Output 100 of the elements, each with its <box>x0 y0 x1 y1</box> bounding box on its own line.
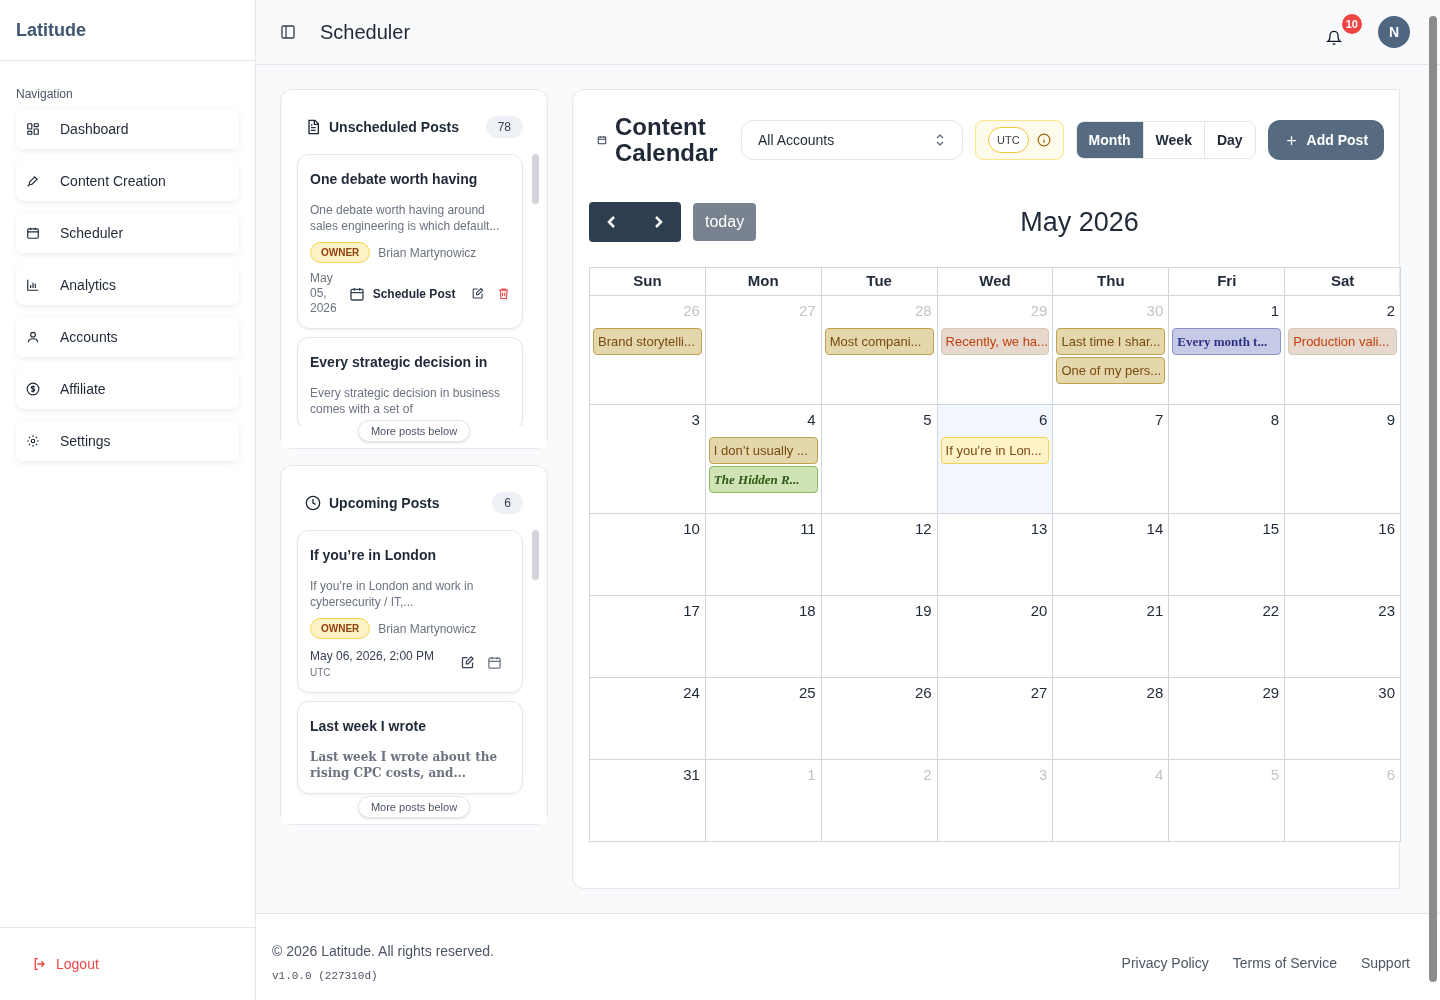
calendar-event[interactable]: Brand storytelli... <box>593 328 702 355</box>
day-number: 9 <box>1386 409 1396 430</box>
more-posts-pill[interactable]: More posts below <box>357 795 471 818</box>
day-cell[interactable]: 29 <box>1169 677 1286 760</box>
day-cell[interactable]: 20 <box>937 595 1054 678</box>
day-cell[interactable]: 5 <box>821 404 938 514</box>
calendar-event[interactable]: If you’re in Lon... <box>940 437 1050 464</box>
post-date: May 05, 2026 <box>310 271 337 316</box>
day-cell[interactable]: 24 <box>590 677 706 760</box>
day-cell[interactable]: 28 Most compani... <box>821 295 938 405</box>
timezone-badge: UTC <box>988 126 1029 154</box>
page-scrollbar[interactable] <box>1429 16 1437 982</box>
day-cell[interactable]: 18 <box>705 595 822 678</box>
day-number: 12 <box>914 518 933 539</box>
author-name: Brian Martynowicz <box>378 620 477 638</box>
day-number: 15 <box>1262 518 1281 539</box>
day-cell[interactable]: 9 <box>1285 404 1401 514</box>
day-cell[interactable]: 7 <box>1053 404 1170 514</box>
user-avatar[interactable]: N <box>1378 16 1410 48</box>
logout-button[interactable]: Logout <box>32 953 99 975</box>
page-title: Scheduler <box>320 20 411 45</box>
post-card[interactable]: One debate worth having One debate worth having around sales engineering is which default... OWNER Brian Martynowicz May 05, 2026 Schedule Post <box>297 154 523 329</box>
day-cell[interactable]: 8 <box>1169 404 1286 514</box>
day-cell[interactable]: 27 <box>937 677 1054 760</box>
nav-item[interactable]: Accounts <box>16 317 239 357</box>
day-cell[interactable]: 11 <box>705 513 822 596</box>
day-cell[interactable]: 26 <box>821 677 938 760</box>
nav-item[interactable]: Analytics <box>16 265 239 305</box>
day-cell[interactable]: 19 <box>821 595 938 678</box>
account-select[interactable]: All Accounts <box>741 120 963 160</box>
day-cell[interactable]: 30 <box>1285 677 1401 760</box>
day-cell[interactable]: 4 I don’t usually ... The Hidden R... <box>705 404 822 514</box>
day-cell[interactable]: 17 <box>590 595 706 678</box>
day-cell[interactable]: 2 Production vali... <box>1285 295 1401 405</box>
day-cell[interactable]: 31 <box>590 759 706 842</box>
day-number: 29 <box>1262 682 1281 703</box>
day-cell[interactable]: 29 Recently, we ha... <box>937 295 1054 405</box>
sidebar-toggle-icon[interactable] <box>280 24 296 40</box>
day-cell[interactable]: 13 <box>937 513 1054 596</box>
calendar-event[interactable]: One of my pers... <box>1056 357 1166 384</box>
today-button[interactable]: today <box>693 203 757 242</box>
info-icon[interactable] <box>1036 133 1051 147</box>
weekday-header: Mon <box>705 267 822 296</box>
nav-item[interactable]: Settings <box>16 421 239 461</box>
post-card[interactable]: Last week I wrote Last week I wrote about the rising CPC costs, and... <box>297 701 523 794</box>
day-cell[interactable]: 15 <box>1169 513 1286 596</box>
calendar-event[interactable]: I don’t usually ... <box>708 437 818 464</box>
day-cell[interactable]: 10 <box>590 513 706 596</box>
day-cell[interactable]: 14 <box>1053 513 1170 596</box>
footer-link[interactable]: Support <box>1360 952 1410 974</box>
day-cell[interactable]: 12 <box>821 513 938 596</box>
day-cell[interactable]: 21 <box>1053 595 1170 678</box>
day-number: 2 <box>923 764 933 785</box>
brand-logo[interactable]: Latitude <box>16 16 86 44</box>
day-cell[interactable]: 6 If you’re in Lon... <box>937 404 1054 514</box>
day-cell[interactable]: 26 Brand storytelli... <box>590 295 706 405</box>
day-number: 26 <box>683 300 701 321</box>
day-number: 1 <box>1270 300 1281 321</box>
edit-icon[interactable] <box>471 286 485 301</box>
notification-bell[interactable]: 10 <box>1322 14 1362 50</box>
clock-icon <box>305 495 321 511</box>
calendar-icon[interactable] <box>487 655 502 670</box>
day-cell[interactable]: 23 <box>1285 595 1401 678</box>
add-post-button[interactable]: Add Post <box>1267 120 1385 160</box>
edit-icon[interactable] <box>460 655 475 670</box>
post-card[interactable]: If you’re in London If you’re in London and work in cybersecurity / IT,... OWNER Brian Martynowicz May 06, 2026, 2:00 PM UTC <box>297 530 523 693</box>
day-cell[interactable]: 28 <box>1053 677 1170 760</box>
day-number: 10 <box>683 518 701 539</box>
post-title: One debate worth having <box>310 170 479 189</box>
day-number: 21 <box>1146 600 1165 621</box>
trash-icon[interactable] <box>496 286 510 301</box>
nav-item[interactable]: Scheduler <box>16 213 239 253</box>
nav-item[interactable]: Content Creation <box>16 161 239 201</box>
day-cell[interactable]: 3 <box>590 404 706 514</box>
calendar-event[interactable]: Recently, we ha... <box>940 328 1050 355</box>
footer-link[interactable]: Privacy Policy <box>1121 952 1209 974</box>
day-cell[interactable]: 1 Every month t... <box>1169 295 1286 405</box>
nav-item[interactable]: Dashboard <box>16 109 239 149</box>
calendar-event[interactable]: Last time I shar... <box>1056 328 1166 355</box>
day-number: 28 <box>914 300 933 321</box>
day-cell[interactable]: 16 <box>1285 513 1401 596</box>
day-number: 3 <box>1039 764 1049 785</box>
footer-link[interactable]: Terms of Service <box>1232 952 1337 974</box>
calendar-event[interactable]: Every month t... <box>1172 328 1282 355</box>
calendar-event[interactable]: Production vali... <box>1288 328 1397 355</box>
day-cell[interactable]: 30 Last time I shar... One of my pers... <box>1053 295 1170 405</box>
day-number: 6 <box>1386 764 1396 785</box>
view-tab[interactable]: Month <box>1076 122 1143 158</box>
day-number: 3 <box>691 409 701 430</box>
post-excerpt: Every strategic decision in business comes with a set of <box>310 385 502 417</box>
day-number: 4 <box>1154 764 1165 785</box>
calendar-event[interactable]: Most compani... <box>824 328 934 355</box>
day-cell[interactable]: 22 <box>1169 595 1286 678</box>
view-tab[interactable]: Day <box>1203 122 1255 158</box>
calendar-event[interactable]: The Hidden R... <box>708 466 818 493</box>
day-cell[interactable]: 25 <box>705 677 822 760</box>
scrollbar-thumb[interactable] <box>532 530 539 580</box>
nav-item[interactable]: Affiliate <box>16 369 239 409</box>
schedule-post-button[interactable]: Schedule Post <box>348 284 456 303</box>
scrollbar-thumb[interactable] <box>532 154 539 204</box>
